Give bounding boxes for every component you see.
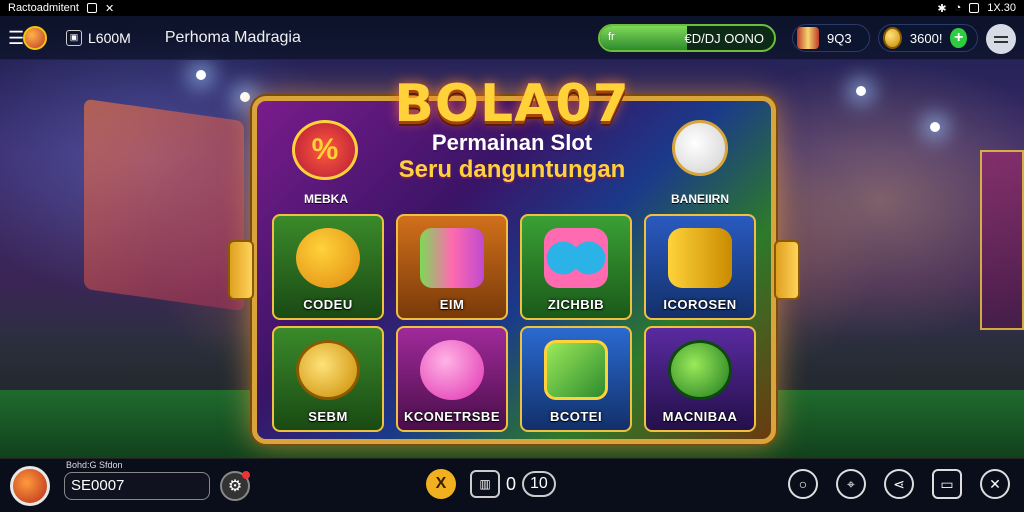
screen-icon[interactable]: ▭ [932, 469, 962, 499]
green-can-icon [544, 340, 608, 400]
right-arrow-button[interactable] [774, 240, 800, 300]
spool-icon [797, 27, 819, 49]
top-tile-label: MEBKA [304, 192, 348, 206]
top-tile-label: BANEIIRN [670, 192, 729, 206]
hamburger-icon: ☰ [8, 27, 25, 48]
tile-label: ZICHBIB [547, 297, 605, 312]
spin-counter: ▥ 0 10 [470, 470, 556, 498]
wallet-coin-value: 3600! [909, 30, 943, 46]
coin-roll-icon [668, 228, 732, 288]
status-time: 1X.30 [987, 2, 1016, 14]
tile-label: SEBM [308, 409, 348, 424]
username-label: Bohd:G Sfdon [66, 459, 123, 470]
game-tile-6[interactable]: BCOTEI [520, 326, 632, 432]
top-tile-0[interactable]: % MEBKA [270, 110, 382, 210]
game-tile-0[interactable]: CODEU [272, 214, 384, 320]
game-tile-3[interactable]: ICOROSEN [644, 214, 756, 320]
status-bar: Ractoadmitent ✕ ✱ ◔ 1X.30 [0, 0, 1024, 16]
menu-button[interactable]: ☰ [8, 22, 48, 54]
notification-dot [242, 470, 250, 479]
add-coins-button[interactable]: + [950, 28, 967, 48]
close-icon[interactable]: ✕ [980, 469, 1010, 499]
game-tile-1[interactable]: EIM [396, 214, 508, 320]
user-id: L600M [88, 29, 131, 46]
wallet-spool-value: 9Q3 [827, 30, 852, 46]
status-close-icon: ✕ [104, 2, 115, 15]
left-arrow-button[interactable] [228, 240, 254, 300]
background-banner [980, 150, 1024, 330]
coin-icon [883, 27, 902, 49]
game-tile-7[interactable]: MACNIBAA [644, 326, 756, 432]
location-icon[interactable]: ⌖ [836, 469, 866, 499]
scroll-icon [420, 228, 484, 288]
user-id-box: ▣ L600M [66, 29, 131, 46]
close-bet-button[interactable]: X [426, 469, 456, 499]
binoculars-icon [544, 228, 608, 288]
level-progress-bar[interactable]: fr €D/DJ OONO [598, 24, 776, 52]
stadium-light [240, 92, 250, 102]
ball-logo-icon [23, 25, 47, 50]
stadium-light [930, 122, 940, 132]
tile-label: BCOTEI [549, 409, 603, 424]
wallet-coins[interactable]: 3600! + [878, 24, 978, 52]
menu-line-icon [994, 40, 1008, 43]
wallet-spool[interactable]: 9Q3 [792, 24, 870, 52]
green-pot-icon [668, 340, 732, 400]
game-tile-2[interactable]: ZICHBIB [520, 214, 632, 320]
game-tile-4[interactable]: SEBM [272, 326, 384, 432]
pink-orb-icon [420, 340, 484, 400]
logo-title: BOLA07 [394, 74, 630, 134]
circle-icon[interactable]: ○ [788, 469, 818, 499]
wifi-icon: ◔ [954, 2, 962, 14]
center-controls: X ▥ 0 10 [426, 469, 556, 499]
tile-label: MACNIBAA [662, 409, 738, 424]
username-field-wrap: Bohd:G Sfdon [64, 460, 210, 500]
tile-label: ICOROSEN [663, 297, 737, 312]
progress-text: €D/DJ OONO [684, 31, 764, 46]
progress-label: fr [608, 31, 615, 43]
background-billboard [84, 98, 244, 312]
game-screen: Ractoadmitent ✕ ✱ ◔ 1X.30 ☰ ▣ L600M Perh… [0, 0, 1024, 512]
share-icon[interactable]: ⋖ [884, 469, 914, 499]
bear-icon [296, 228, 360, 288]
logo-subtitle-2: Seru danguntungan [398, 156, 626, 183]
right-toolbar: ○ ⌖ ⋖ ▭ ✕ [788, 469, 1010, 499]
gold-coins-icon [296, 340, 360, 400]
game-title: Perhoma Madragia [164, 28, 301, 46]
stadium-light [856, 86, 866, 96]
id-card-icon: ▣ [66, 29, 82, 46]
game-logo: BOLA07 Permainan Slot Seru danguntungan [380, 74, 644, 184]
tile-label: KCONETRSBE [403, 409, 500, 424]
avatar[interactable] [10, 465, 50, 506]
counter-value: 0 [506, 473, 517, 494]
battery-icon [969, 3, 980, 13]
username-input[interactable] [64, 471, 210, 500]
tile-label: CODEU [303, 297, 353, 312]
top-tile-3[interactable]: BANEIIRN [644, 110, 756, 210]
game-tile-5[interactable]: KCONETRSBE [396, 326, 508, 432]
teapot-icon [672, 120, 728, 176]
cog-icon: ⚙ [227, 477, 243, 495]
stadium-light [196, 70, 206, 80]
counter-pill[interactable]: 10 [522, 471, 556, 497]
bottom-bar: Bohd:G Sfdon ⚙ X ▥ 0 10 ○ ⌖ ⋖ ▭ ✕ [0, 458, 1024, 512]
tile-label: EIM [439, 297, 465, 312]
status-settings-icon [86, 3, 97, 13]
counter-box[interactable]: ▥ [470, 470, 500, 498]
notification-button[interactable]: ⚙ [220, 470, 250, 501]
menu-line-icon [994, 35, 1008, 38]
status-app-text: Ractoadmitent [8, 2, 79, 14]
bluetooth-icon: ✱ [937, 2, 947, 15]
top-header: ☰ ▣ L600M Perhoma Madragia fr €D/DJ OONO… [0, 16, 1024, 60]
percent-icon: % [292, 120, 358, 180]
settings-menu-button[interactable] [986, 24, 1016, 54]
